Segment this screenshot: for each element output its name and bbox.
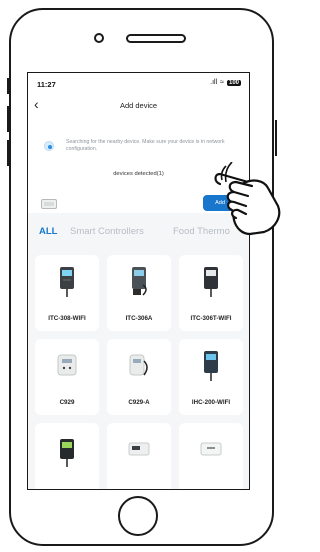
pointing-hand-icon xyxy=(214,162,281,236)
status-time: 11:27 xyxy=(37,80,56,89)
smart-plug-icon xyxy=(129,354,148,376)
power-button-right xyxy=(275,120,277,156)
nav-bar: ‹ Add device xyxy=(28,93,249,115)
device-name: C929 xyxy=(59,399,75,406)
device-name: ITC-306A xyxy=(125,315,153,322)
controller-icon xyxy=(132,267,147,296)
home-button[interactable] xyxy=(118,496,158,536)
controller-icon xyxy=(60,439,74,467)
smart-plug-icon xyxy=(57,354,77,376)
tab-all[interactable]: ALL xyxy=(39,226,57,237)
search-message: Searching for the nearby device. Make su… xyxy=(66,139,225,152)
device-card[interactable] xyxy=(107,423,171,489)
volume-button-left xyxy=(7,78,9,94)
controller-icon xyxy=(128,442,150,456)
page-title: Add device xyxy=(119,101,158,110)
battery-icon: 100 xyxy=(226,79,241,86)
volume-button-left-3 xyxy=(7,140,9,166)
tab-smart-controllers[interactable]: Smart Controllers xyxy=(70,226,144,237)
controller-icon xyxy=(200,442,222,456)
device-name: IHC-200-WIFI xyxy=(191,399,231,406)
device-card[interactable]: ITC-306T-WIFI xyxy=(179,255,243,331)
device-card[interactable] xyxy=(179,423,243,489)
device-card[interactable]: C929-A xyxy=(107,339,171,415)
detected-device-icon xyxy=(41,199,57,209)
status-icons: .ıll ≈ 100 xyxy=(210,79,241,86)
volume-button-left-2 xyxy=(7,106,9,132)
device-name: ITC-306T-WIFI xyxy=(190,315,232,322)
app-screen: 11:27 .ıll ≈ 100 ‹ Add device Searching … xyxy=(27,72,250,490)
device-card[interactable]: ITC-308-WIFI xyxy=(35,255,99,331)
controller-icon xyxy=(204,351,218,381)
controller-icon xyxy=(60,267,74,297)
device-card[interactable]: C929 xyxy=(35,339,99,415)
controller-icon xyxy=(204,267,218,297)
front-camera xyxy=(94,33,104,43)
status-bar: 11:27 .ıll ≈ 100 xyxy=(28,73,249,93)
earpiece-speaker xyxy=(126,34,186,43)
device-name: C929-A xyxy=(128,399,150,406)
searching-indicator-icon xyxy=(44,141,54,151)
device-card[interactable] xyxy=(35,423,99,489)
signal-icon: .ıll xyxy=(210,79,218,86)
wifi-icon: ≈ xyxy=(220,79,224,86)
device-name: ITC-308-WIFI xyxy=(48,315,86,322)
device-card[interactable]: ITC-306A xyxy=(107,255,171,331)
device-card[interactable]: IHC-200-WIFI xyxy=(179,339,243,415)
